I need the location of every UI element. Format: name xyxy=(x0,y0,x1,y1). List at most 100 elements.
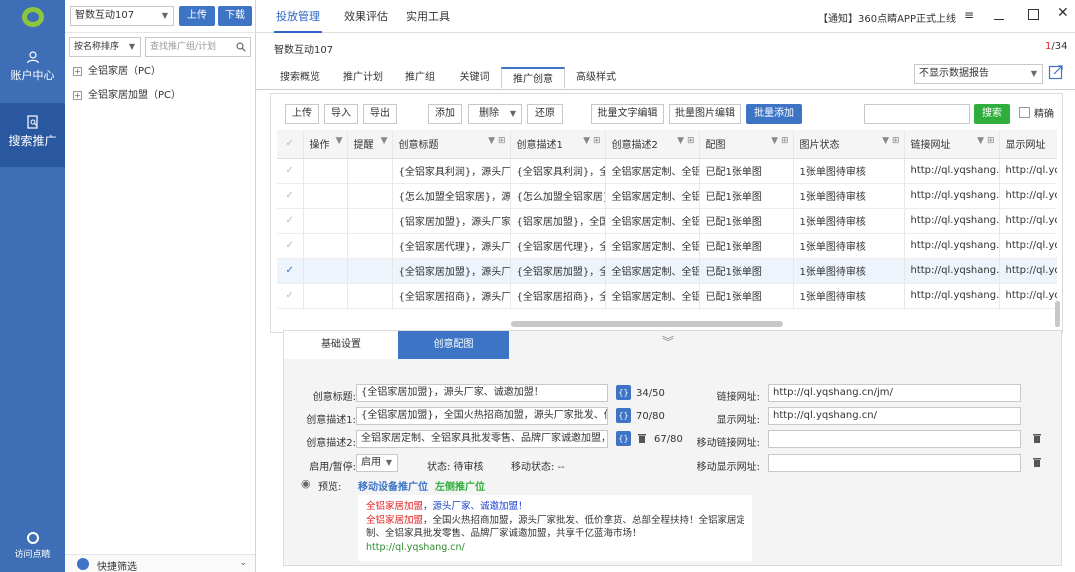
display-url-input[interactable]: http://ql.yqshang.cn/ xyxy=(768,407,1021,425)
cell-title[interactable]: {全铝家居代理}，源头厂家 xyxy=(392,233,511,259)
tab-effect[interactable]: 效果评估 xyxy=(336,0,396,33)
horizontal-scrollbar[interactable] xyxy=(511,321,783,327)
notice-text[interactable]: 【通知】360点睛APP正式上线 xyxy=(818,10,956,25)
cell-image[interactable]: 已配1张单图 xyxy=(699,258,794,284)
cell-desc1[interactable]: {全铝家居代理}，全铝 xyxy=(510,233,606,259)
tab-basic-settings[interactable]: 基础设置 xyxy=(284,331,398,359)
cell-op[interactable] xyxy=(303,258,348,284)
expand-icon[interactable]: + xyxy=(73,66,82,76)
tab-tools[interactable]: 实用工具 xyxy=(398,0,458,33)
cell-desc1[interactable]: {铝家居加盟}，全国火 xyxy=(510,208,606,234)
table-row[interactable]: ✓ {全铝家居代理}，源头厂家 {全铝家居代理}，全铝 全铝家居定制、全铝 已配… xyxy=(277,233,1057,259)
tab-delivery[interactable]: 投放管理 xyxy=(268,0,328,33)
toolbar-import-button[interactable]: 导入 xyxy=(324,104,358,124)
preview-mobile-tab[interactable]: 移动设备推广位 xyxy=(358,478,428,493)
cell-desc2[interactable]: 全铝家居定制、全铝 xyxy=(605,208,700,234)
toolbar-restore-button[interactable]: 还原 xyxy=(527,104,563,124)
nav-visit[interactable]: 访问点睛 xyxy=(0,532,65,568)
filter-icon[interactable]: ▼ ⊞ xyxy=(583,136,600,146)
preview-left-tab[interactable]: 左侧推广位 xyxy=(435,478,485,493)
filter-icon[interactable]: ▼ ⊞ xyxy=(677,136,694,146)
cell-link-url[interactable]: http://ql.yqshang.c xyxy=(904,283,1000,309)
cell-desc2[interactable]: 全铝家居定制、全铝 xyxy=(605,233,700,259)
tab-plan[interactable]: 推广计划 xyxy=(336,67,390,89)
cell-title[interactable]: {怎么加盟全铝家居}，源头 xyxy=(392,183,511,209)
filter-icon[interactable]: ▼ ⊞ xyxy=(488,136,505,146)
row-checkbox[interactable]: ✓ xyxy=(277,208,304,234)
mobile-display-url-input[interactable] xyxy=(768,454,1021,472)
cell-display-url[interactable]: http://ql.yqs xyxy=(999,283,1057,309)
report-select[interactable]: 不显示数据报告 ▼ xyxy=(914,64,1043,84)
tree-plan-item[interactable]: + 全铝家居（PC） xyxy=(65,61,255,83)
col-link-url[interactable]: 链接网址 ▼ ⊞ xyxy=(904,130,1000,159)
filter-icon[interactable]: ▼ xyxy=(336,136,343,146)
cell-image[interactable]: 已配1张单图 xyxy=(699,158,794,184)
batch-image-edit-button[interactable]: 批量图片编辑 xyxy=(669,104,741,124)
cell-display-url[interactable]: http://ql.yqs xyxy=(999,258,1057,284)
select-all-checkbox[interactable]: ✓ xyxy=(277,130,304,159)
export-icon[interactable] xyxy=(1048,64,1064,80)
mobile-link-url-input[interactable] xyxy=(768,430,1021,448)
row-checkbox[interactable]: ✓ xyxy=(277,258,304,284)
grid-search-button[interactable]: 搜索 xyxy=(974,104,1010,124)
cell-desc2[interactable]: 全铝家居定制、全铝 xyxy=(605,183,700,209)
cell-op[interactable] xyxy=(303,183,348,209)
filter-icon[interactable]: ▼ ⊞ xyxy=(977,136,994,146)
cell-title[interactable]: {铝家居加盟}，源头厂家、 xyxy=(392,208,511,234)
nav-search-promotion[interactable]: 搜索推广 xyxy=(0,103,65,167)
trash-icon[interactable] xyxy=(1032,456,1042,468)
trash-icon[interactable] xyxy=(1032,432,1042,444)
cell-desc1[interactable]: {全铝家居招商}，全铝 xyxy=(510,283,606,309)
sort-select[interactable]: 按名称排序 ▼ xyxy=(69,37,141,57)
quick-filter-bar[interactable]: 快捷筛选 ⌄ xyxy=(65,554,255,572)
table-row[interactable]: ✓ {全铝家居招商}，源头厂家 {全铝家居招商}，全铝 全铝家居定制、全铝 已配… xyxy=(277,283,1057,309)
cell-display-url[interactable]: http://ql.yqs xyxy=(999,183,1057,209)
row-checkbox[interactable]: ✓ xyxy=(277,233,304,259)
cell-link-url[interactable]: http://ql.yqshang.c xyxy=(904,183,1000,209)
table-row[interactable]: ✓ {怎么加盟全铝家居}，源头 {怎么加盟全铝家居}， 全铝家居定制、全铝 已配… xyxy=(277,183,1057,209)
filter-icon[interactable]: ▼ xyxy=(381,136,388,146)
cell-desc1[interactable]: {全铝家具利润}，全国 xyxy=(510,158,606,184)
table-row-selected[interactable]: ✓ {全铝家居加盟}，源头厂家 {全铝家居加盟}，全铝 全铝家居定制、全铝 已配… xyxy=(277,258,1057,284)
insert-wildcard-icon[interactable]: {} xyxy=(616,431,631,446)
download-button[interactable]: 下载 xyxy=(218,6,252,26)
cell-desc1[interactable]: {怎么加盟全铝家居}， xyxy=(510,183,606,209)
cell-image[interactable]: 已配1张单图 xyxy=(699,183,794,209)
cell-link-url[interactable]: http://ql.yqshang.c xyxy=(904,258,1000,284)
row-checkbox[interactable]: ✓ xyxy=(277,283,304,309)
tree-plan-item[interactable]: + 全铝家居加盟（PC） xyxy=(65,85,255,107)
tab-group[interactable]: 推广组 xyxy=(399,67,441,89)
cell-display-url[interactable]: http://ql.yqs xyxy=(999,208,1057,234)
grid-search-input[interactable] xyxy=(864,104,970,124)
account-select[interactable]: 智数互动107 ▼ xyxy=(70,6,174,26)
cell-op[interactable] xyxy=(303,208,348,234)
search-input[interactable]: 查找推广组/计划 xyxy=(145,37,251,57)
cell-desc1[interactable]: {全铝家居加盟}，全铝 xyxy=(510,258,606,284)
cell-title[interactable]: {全铝家居招商}，源头厂家 xyxy=(392,283,511,309)
chevron-down-icon[interactable]: ⌄ xyxy=(239,558,247,568)
cell-link-url[interactable]: http://ql.yqshang.c xyxy=(904,158,1000,184)
link-url-input[interactable]: http://ql.yqshang.cn/jm/ xyxy=(768,384,1021,402)
tab-creative-image[interactable]: 创意配图 xyxy=(398,331,509,359)
maximize-icon[interactable] xyxy=(1028,9,1039,20)
search-icon[interactable] xyxy=(236,42,246,52)
filter-icon[interactable]: ▼ ⊞ xyxy=(771,136,788,146)
cell-link-url[interactable]: http://ql.yqshang.c xyxy=(904,233,1000,259)
toolbar-add-button[interactable]: 添加 xyxy=(428,104,462,124)
cell-display-url[interactable]: http://ql.yqs xyxy=(999,233,1057,259)
tab-creative[interactable]: 推广创意 xyxy=(501,67,565,89)
col-remind[interactable]: 提醒 ▼ xyxy=(347,130,393,159)
col-image-status[interactable]: 图片状态 ▼ ⊞ xyxy=(793,130,905,159)
cell-desc2[interactable]: 全铝家居定制、全铝 xyxy=(605,283,700,309)
trash-icon[interactable] xyxy=(637,432,647,444)
cell-display-url[interactable]: http://ql.yqs xyxy=(999,158,1057,184)
batch-text-edit-button[interactable]: 批量文字编辑 xyxy=(591,104,664,124)
batch-add-button[interactable]: 批量添加 xyxy=(746,104,802,124)
minimize-icon[interactable] xyxy=(994,6,1004,20)
cell-op[interactable] xyxy=(303,233,348,259)
desc2-input[interactable]: 全铝家居定制、全铝家具批发零售、品牌厂家诚邀加盟，共享 xyxy=(356,430,608,448)
tab-search-overview[interactable]: 搜索概览 xyxy=(273,67,327,89)
table-row[interactable]: ✓ {铝家居加盟}，源头厂家、 {铝家居加盟}，全国火 全铝家居定制、全铝 已配… xyxy=(277,208,1057,234)
cell-title[interactable]: {全铝家具利润}，源头厂家 xyxy=(392,158,511,184)
vertical-scrollbar[interactable] xyxy=(1055,301,1060,327)
